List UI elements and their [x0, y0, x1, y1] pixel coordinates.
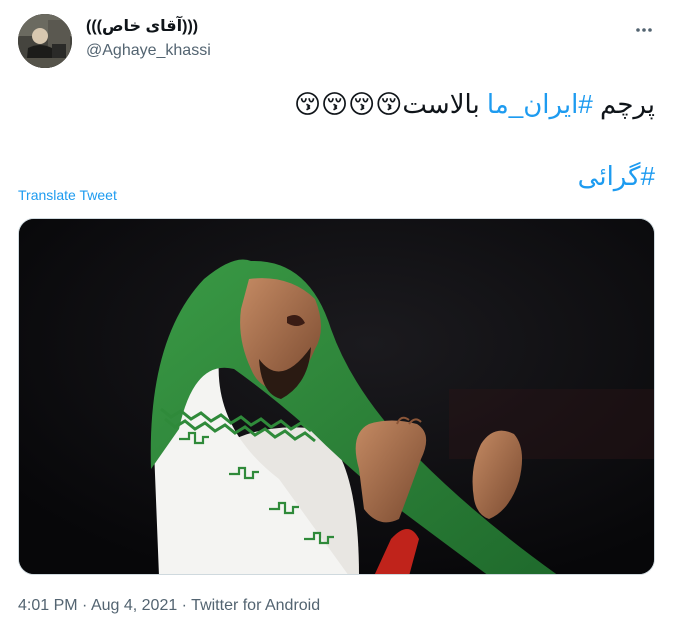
avatar[interactable]: [18, 14, 72, 68]
tweet-media-photo[interactable]: [18, 218, 655, 575]
hashtag-iran-ma[interactable]: #ایران_ما: [487, 89, 593, 119]
translate-tweet-link[interactable]: Translate Tweet: [18, 187, 117, 203]
photo-wrestler-with-flag: [19, 219, 654, 574]
tweet-source[interactable]: Twitter for Android: [191, 597, 320, 614]
tweet-metadata: 4:01 PM · Aug 4, 2021 · Twitter for Andr…: [18, 597, 320, 615]
more-horizontal-icon: [636, 28, 652, 32]
avatar-image: [18, 14, 72, 68]
tweet-text-line-2: #گرائی: [95, 156, 655, 196]
display-name[interactable]: (((آقای خاص))): [86, 16, 198, 36]
meta-separator: ·: [177, 597, 192, 614]
hashtag-geraei[interactable]: #گرائی: [578, 161, 655, 191]
emoji-kissing-face: 😚😚😚😚: [293, 89, 403, 119]
tweet-text-line-1: پرچم #ایران_ما بالاست😚😚😚😚: [95, 84, 655, 124]
tweet-time[interactable]: 4:01 PM: [18, 597, 78, 614]
tweet-text: پرچم #ایران_ما بالاست😚😚😚😚 #گرائی: [95, 84, 655, 196]
meta-separator: ·: [77, 597, 91, 614]
more-options-button[interactable]: [626, 14, 662, 46]
user-handle[interactable]: @Aghaye_khassi: [86, 42, 211, 60]
tweet-date[interactable]: Aug 4, 2021: [91, 597, 177, 614]
tweet-text-before: پرچم: [592, 89, 655, 119]
tweet-text-after: بالاست: [402, 89, 487, 119]
